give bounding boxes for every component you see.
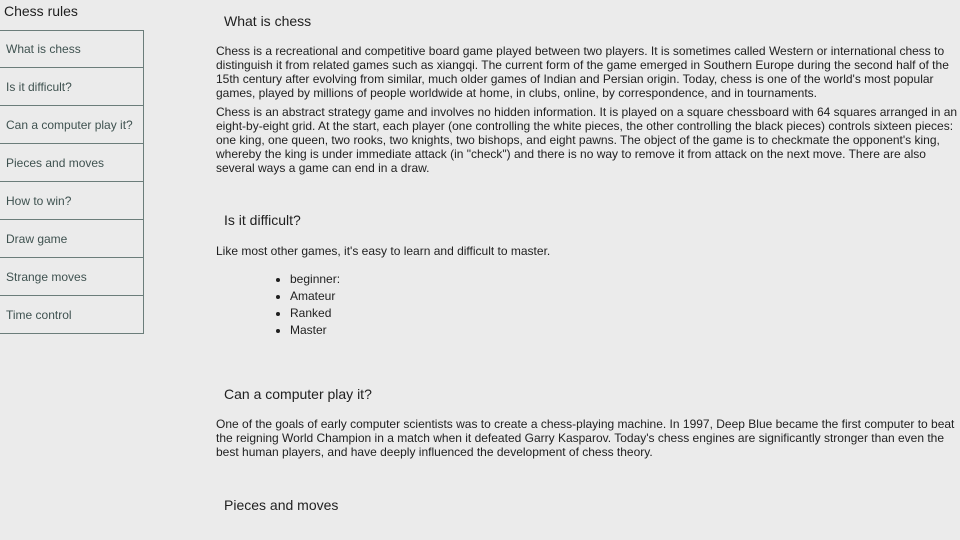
sidebar-nav: What is chess Is it difficult? Can a com… bbox=[0, 30, 144, 334]
sidebar-item-is-it-difficult[interactable]: Is it difficult? bbox=[0, 68, 144, 106]
section-paragraph: Chess is a recreational and competitive … bbox=[216, 44, 949, 100]
section-paragraph: Chess is an abstract strategy game and i… bbox=[216, 105, 958, 175]
list-item: Master bbox=[290, 322, 340, 339]
list-item: Ranked bbox=[290, 305, 340, 322]
level-list: beginner: Amateur Ranked Master bbox=[274, 271, 340, 339]
sidebar-item-can-a-computer-play-it[interactable]: Can a computer play it? bbox=[0, 106, 144, 144]
sidebar-item-draw-game[interactable]: Draw game bbox=[0, 220, 144, 258]
section-heading: Is it difficult? bbox=[224, 212, 301, 228]
sidebar-item-what-is-chess[interactable]: What is chess bbox=[0, 30, 144, 68]
sidebar-item-pieces-and-moves[interactable]: Pieces and moves bbox=[0, 144, 144, 182]
section-heading: Can a computer play it? bbox=[224, 386, 372, 402]
list-item: beginner: bbox=[290, 271, 340, 288]
section-heading: What is chess bbox=[224, 13, 312, 29]
sidebar-item-time-control[interactable]: Time control bbox=[0, 296, 144, 334]
sidebar-item-strange-moves[interactable]: Strange moves bbox=[0, 258, 144, 296]
sidebar-title: Chess rules bbox=[4, 3, 78, 19]
sidebar-item-how-to-win[interactable]: How to win? bbox=[0, 182, 144, 220]
section-heading: Pieces and moves bbox=[224, 497, 339, 513]
list-item: Amateur bbox=[290, 288, 340, 305]
section-paragraph: Like most other games, it's easy to lear… bbox=[216, 244, 551, 258]
section-paragraph: One of the goals of early computer scien… bbox=[216, 417, 955, 459]
